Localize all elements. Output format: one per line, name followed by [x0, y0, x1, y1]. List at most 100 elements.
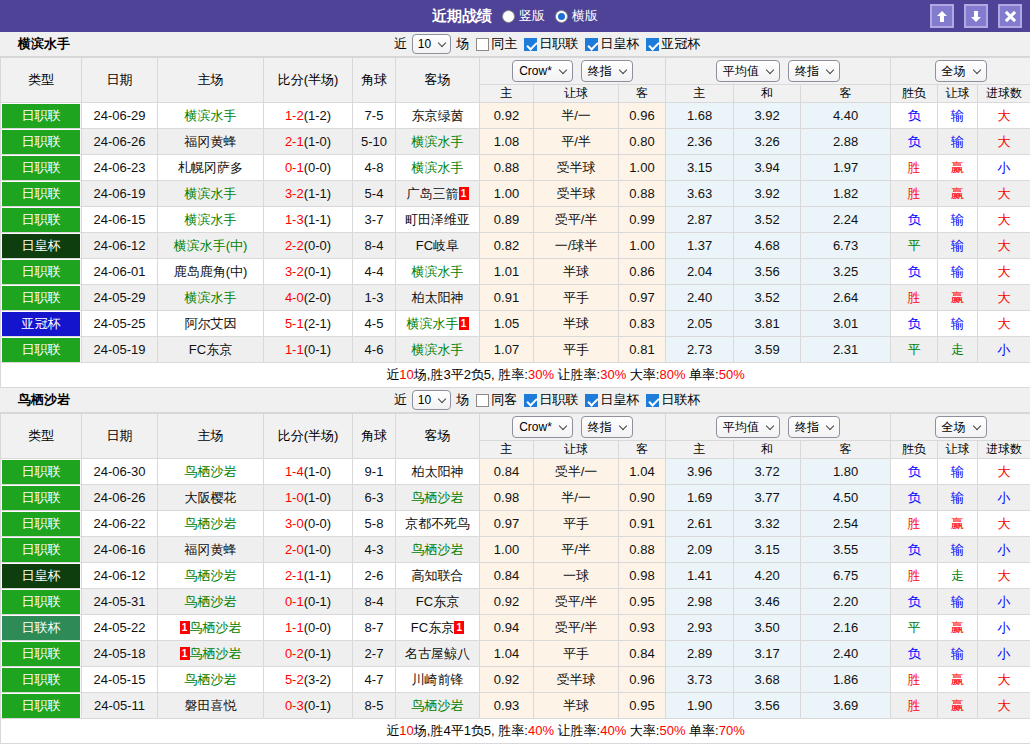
- away-team-cell[interactable]: FC岐阜: [396, 233, 480, 259]
- euro-away-odds: 3.01: [801, 311, 891, 337]
- league-cell: 日职联: [1, 181, 82, 207]
- euro-home-odds: 2.93: [666, 615, 734, 641]
- home-team-cell[interactable]: 福冈黄蜂: [158, 537, 264, 563]
- layout-radio-vertical[interactable]: 竖版: [502, 7, 545, 25]
- match-row: 日职联 24-05-11 磐田喜悦 0-3(0-1) 8-5 鸟栖沙岩 0.93…: [1, 693, 1030, 719]
- euro-time-select[interactable]: 终指: [788, 60, 840, 82]
- period-select[interactable]: 全场: [935, 416, 987, 438]
- away-team-cell[interactable]: 横滨水手: [396, 337, 480, 363]
- home-team-cell[interactable]: 横滨水手(中): [158, 233, 264, 259]
- away-team-cell[interactable]: FC东京: [396, 589, 480, 615]
- euro-draw-odds: 3.94: [734, 155, 801, 181]
- asian-away-odds: 0.88: [619, 537, 666, 563]
- scroll-down-button[interactable]: [964, 4, 988, 28]
- corners-cell: 4-4: [353, 259, 396, 285]
- filter-checkbox-1[interactable]: [524, 38, 537, 51]
- home-team-cell[interactable]: 横滨水手: [158, 103, 264, 129]
- league-badge: 日职联: [2, 104, 80, 128]
- filter-checkbox-1[interactable]: [524, 394, 537, 407]
- away-team-cell[interactable]: 名古屋鲸八: [396, 641, 480, 667]
- subcol-header: 客: [619, 85, 666, 103]
- home-team-cell[interactable]: 鸟栖沙岩: [158, 459, 264, 485]
- home-team-cell[interactable]: 鸟栖沙岩: [158, 563, 264, 589]
- scroll-up-button[interactable]: [930, 4, 954, 28]
- date-cell: 24-05-18: [82, 641, 158, 667]
- home-team-cell[interactable]: 福冈黄蜂: [158, 129, 264, 155]
- euro-home-odds: 1.68: [666, 103, 734, 129]
- bookmaker-select[interactable]: Crow*: [512, 416, 573, 438]
- result-winlose: 负: [891, 641, 938, 667]
- home-team-cell[interactable]: 磐田喜悦: [158, 693, 264, 719]
- away-team-cell[interactable]: 东京绿茵: [396, 103, 480, 129]
- euro-home-odds: 3.63: [666, 181, 734, 207]
- home-team-cell[interactable]: 横滨水手: [158, 285, 264, 311]
- league-badge: 日职联: [2, 642, 80, 666]
- away-team-cell[interactable]: 广岛三箭1: [396, 181, 480, 207]
- filter-checkbox-0[interactable]: [476, 38, 489, 51]
- result-handicap: 输: [938, 459, 978, 485]
- home-team-cell[interactable]: 1鸟栖沙岩: [158, 615, 264, 641]
- home-team-cell[interactable]: 横滨水手: [158, 207, 264, 233]
- filter-checkbox-3[interactable]: [646, 38, 659, 51]
- corners-cell: 4-3: [353, 537, 396, 563]
- filter-checkbox-0[interactable]: [476, 394, 489, 407]
- league-cell: 日皇杯: [1, 563, 82, 589]
- away-team-cell[interactable]: 横滨水手: [396, 129, 480, 155]
- home-team-cell[interactable]: 1鸟栖沙岩: [158, 641, 264, 667]
- away-team-cell[interactable]: 京都不死鸟: [396, 511, 480, 537]
- result-handicap: 输: [938, 259, 978, 285]
- away-team-cell[interactable]: FC东京1: [396, 615, 480, 641]
- date-cell: 24-05-15: [82, 667, 158, 693]
- euro-draw-odds: 3.52: [734, 285, 801, 311]
- period-select[interactable]: 全场: [935, 60, 987, 82]
- match-count-select[interactable]: 10: [412, 390, 451, 410]
- odds-time-select[interactable]: 终指: [581, 416, 633, 438]
- odds-time-select[interactable]: 终指: [581, 60, 633, 82]
- close-icon: [1004, 10, 1017, 23]
- away-team-cell[interactable]: 横滨水手: [396, 259, 480, 285]
- filter-checkbox-3[interactable]: [646, 394, 659, 407]
- away-team-cell[interactable]: 柏太阳神: [396, 459, 480, 485]
- euro-time-select[interactable]: 终指: [788, 416, 840, 438]
- euro-source-select[interactable]: 平均值: [716, 60, 780, 82]
- match-count-select[interactable]: 10: [412, 34, 451, 54]
- away-team-cell[interactable]: 町田泽维亚: [396, 207, 480, 233]
- home-team-cell[interactable]: 鸟栖沙岩: [158, 589, 264, 615]
- home-team-cell[interactable]: 鸟栖沙岩: [158, 511, 264, 537]
- layout-radio-horizontal[interactable]: 横版: [555, 7, 598, 25]
- asian-home-odds: 0.89: [480, 207, 534, 233]
- away-team-cell[interactable]: 高知联合: [396, 563, 480, 589]
- bookmaker-select[interactable]: Crow*: [512, 60, 573, 82]
- league-cell: 日职联: [1, 155, 82, 181]
- result-winlose: 胜: [891, 511, 938, 537]
- filter-checkbox-2[interactable]: [585, 394, 598, 407]
- away-team-cell[interactable]: 川崎前锋: [396, 667, 480, 693]
- away-team-cell[interactable]: 鸟栖沙岩: [396, 485, 480, 511]
- asian-handicap: 平手: [534, 641, 619, 667]
- away-team-cell[interactable]: 横滨水手1: [396, 311, 480, 337]
- match-row: 日职联 24-06-30 鸟栖沙岩 1-4(1-0) 9-1 柏太阳神 0.84…: [1, 459, 1030, 485]
- radio-vertical-icon[interactable]: [502, 10, 515, 23]
- result-goals: 小: [978, 641, 1030, 667]
- home-team-cell[interactable]: 鸟栖沙岩: [158, 667, 264, 693]
- league-badge: 日职联: [2, 460, 80, 484]
- euro-source-select[interactable]: 平均值: [716, 416, 780, 438]
- league-badge: 日职联: [2, 590, 80, 614]
- home-team-cell[interactable]: 大阪樱花: [158, 485, 264, 511]
- away-team-cell[interactable]: 鸟栖沙岩: [396, 693, 480, 719]
- home-team-cell[interactable]: FC东京: [158, 337, 264, 363]
- home-team-cell[interactable]: 阿尔艾因: [158, 311, 264, 337]
- corners-cell: 2-6: [353, 563, 396, 589]
- away-team-cell[interactable]: 鸟栖沙岩: [396, 537, 480, 563]
- home-team-cell[interactable]: 鹿岛鹿角(中): [158, 259, 264, 285]
- filter-checkbox-2[interactable]: [585, 38, 598, 51]
- result-goals: 大: [978, 207, 1030, 233]
- away-team-cell[interactable]: 横滨水手: [396, 155, 480, 181]
- home-team-cell[interactable]: 札幌冈萨多: [158, 155, 264, 181]
- away-team-cell[interactable]: 柏太阳神: [396, 285, 480, 311]
- radio-horizontal-icon[interactable]: [555, 10, 568, 23]
- asian-away-odds: 0.88: [619, 181, 666, 207]
- close-button[interactable]: [998, 4, 1022, 28]
- asian-handicap: 平手: [534, 285, 619, 311]
- home-team-cell[interactable]: 横滨水手: [158, 181, 264, 207]
